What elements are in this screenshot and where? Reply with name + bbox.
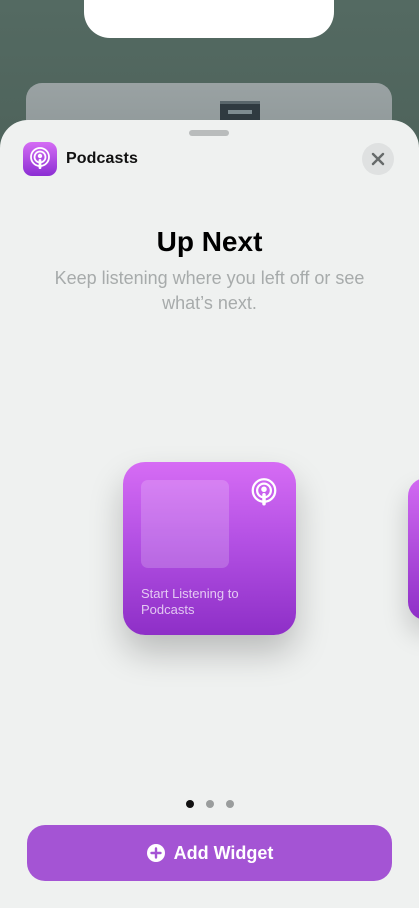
up-next-widget-preview[interactable]: Start Listening to Podcasts	[123, 462, 296, 635]
podcasts-icon	[23, 142, 57, 176]
podcasts-icon	[251, 478, 277, 506]
page-dot-2[interactable]	[205, 800, 214, 808]
device-notch	[84, 0, 334, 38]
widget-description: Keep listening where you left off or see…	[54, 268, 365, 313]
add-widget-label: Add Widget	[173, 842, 274, 863]
page-dot-1[interactable]	[185, 800, 194, 808]
close-button[interactable]	[362, 143, 394, 175]
widget-title: Up Next	[156, 226, 263, 257]
page-indicator[interactable]	[0, 800, 419, 808]
add-widget-button[interactable]: Add Widget	[27, 825, 392, 881]
widget-caption: Start Listening to Podcasts	[141, 586, 239, 617]
plus-circle-icon	[146, 844, 165, 862]
next-widget-preview[interactable]	[408, 478, 419, 620]
podcast-artwork-placeholder	[141, 480, 229, 568]
app-name: Podcasts	[66, 150, 138, 167]
page-dot-3[interactable]	[225, 800, 234, 808]
close-icon	[371, 152, 385, 166]
widget-gallery-sheet: Podcasts Up Next Keep listening where yo…	[0, 120, 419, 908]
sheet-grabber[interactable]	[189, 130, 229, 136]
